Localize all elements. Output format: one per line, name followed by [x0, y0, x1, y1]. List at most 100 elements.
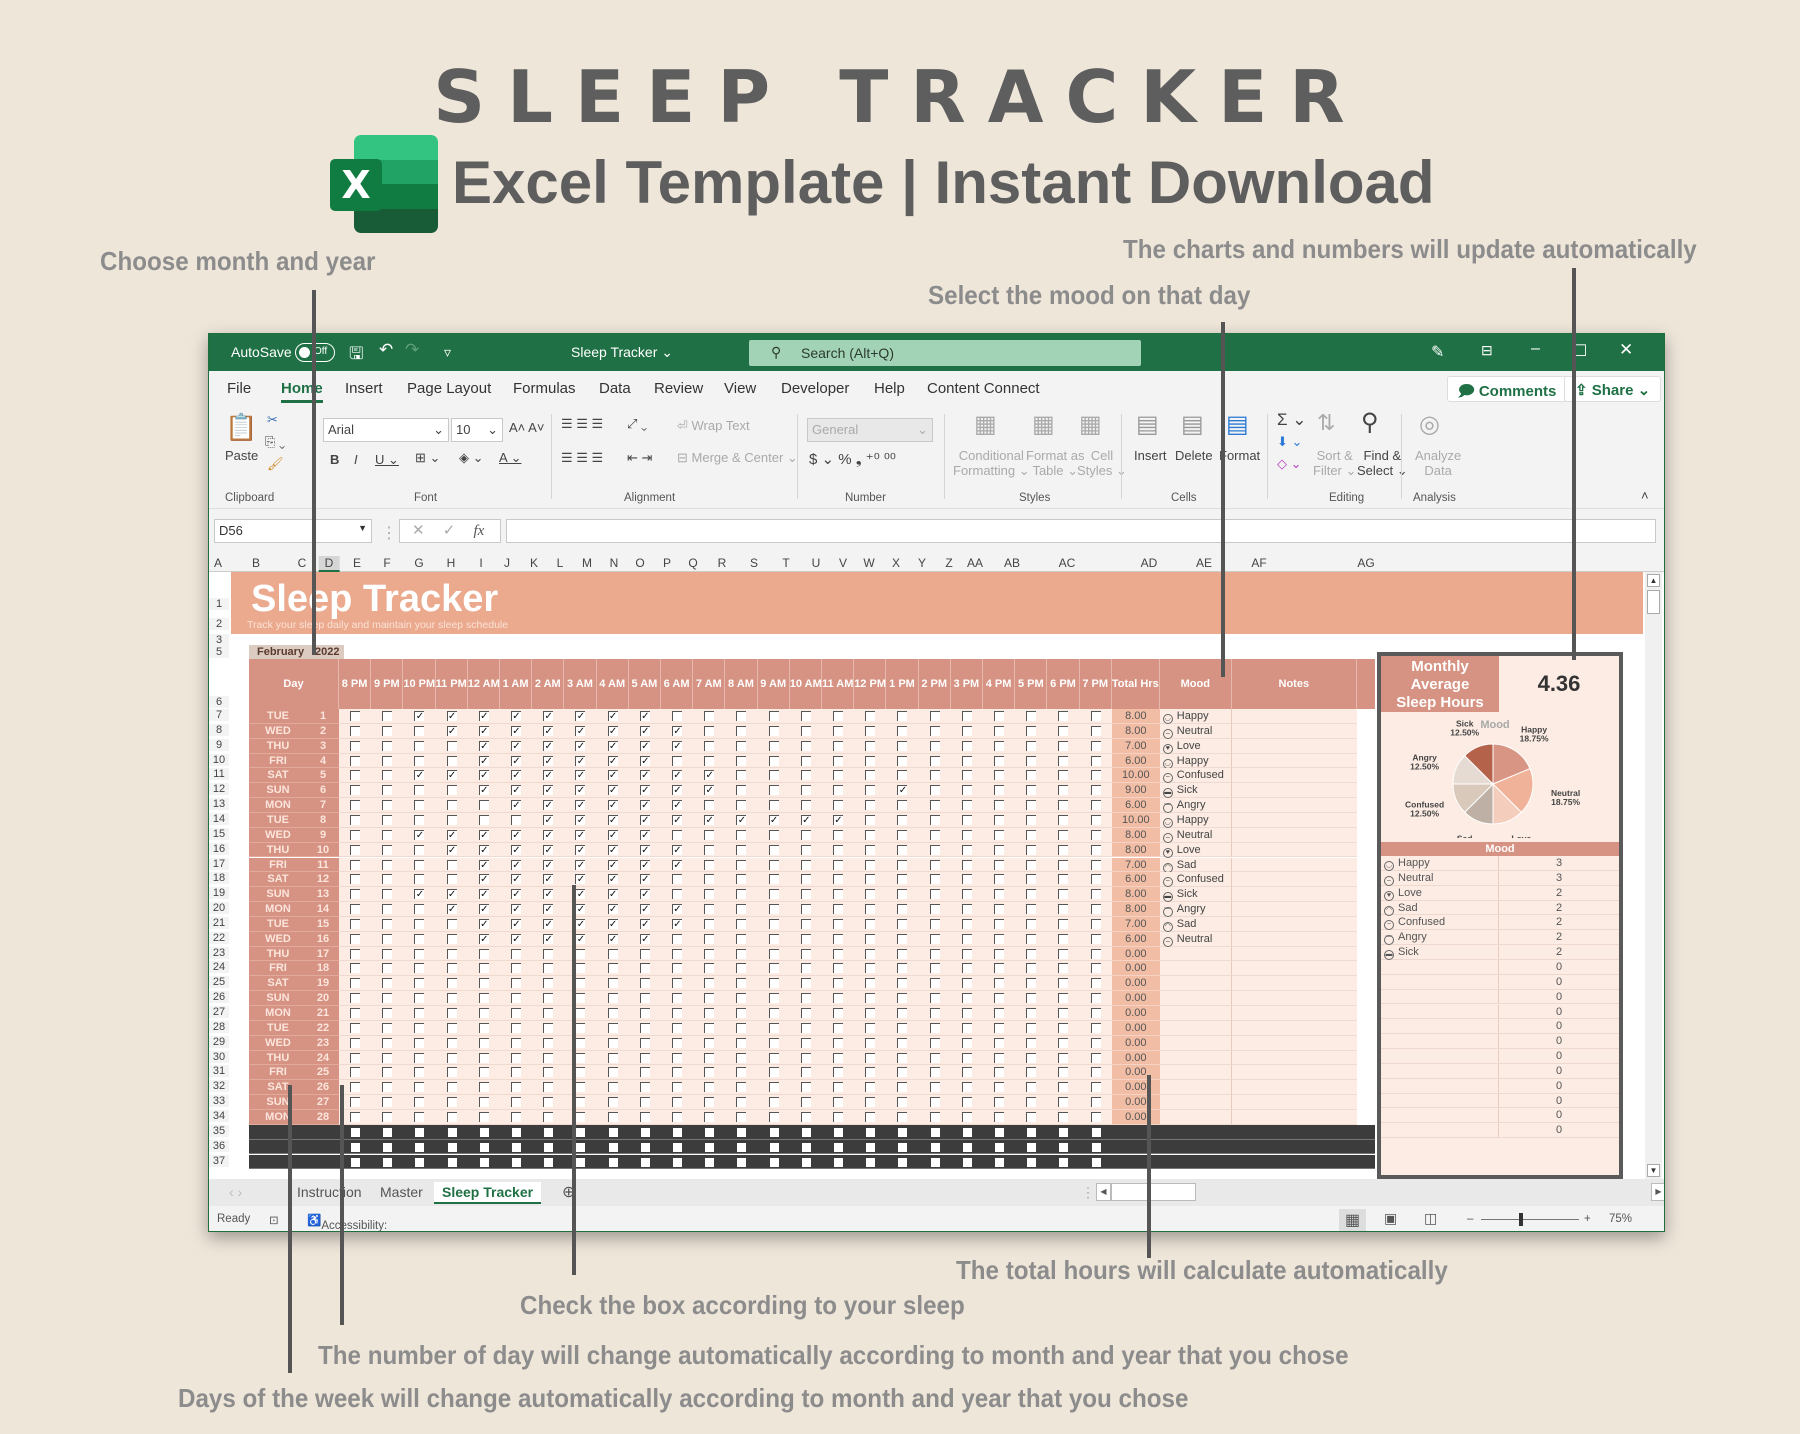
sleep-checkbox[interactable]	[865, 993, 876, 1004]
sleep-checkbox[interactable]	[704, 963, 715, 974]
row-number[interactable]: 12	[209, 783, 229, 796]
hidden-checkbox[interactable]	[640, 1157, 650, 1167]
sleep-checkbox[interactable]	[768, 1037, 779, 1048]
sleep-checkbox[interactable]: ✓	[446, 844, 457, 855]
hidden-checkbox[interactable]	[415, 1142, 425, 1152]
notes-cell[interactable]	[1231, 827, 1357, 843]
font-color-icon[interactable]: A ⌄	[499, 450, 521, 466]
sleep-checkbox[interactable]	[1026, 889, 1037, 900]
sleep-checkbox[interactable]	[768, 740, 779, 751]
column-header[interactable]: O	[635, 556, 644, 570]
sleep-checkbox[interactable]	[382, 1082, 393, 1093]
column-header[interactable]: AG	[1357, 556, 1374, 570]
menu-file[interactable]: File	[227, 380, 251, 397]
sleep-checkbox[interactable]: ✓	[478, 918, 489, 929]
sleep-checkbox[interactable]	[350, 1022, 360, 1033]
sleep-checkbox[interactable]: ✓	[511, 785, 521, 796]
sleep-checkbox[interactable]	[1058, 800, 1069, 811]
sleep-checkbox[interactable]	[768, 918, 779, 929]
sleep-checkbox[interactable]	[1026, 711, 1037, 721]
sleep-checkbox[interactable]	[382, 1037, 393, 1048]
sleep-checkbox[interactable]: ✓	[639, 814, 650, 825]
sleep-checkbox[interactable]	[704, 859, 715, 870]
sleep-checkbox[interactable]	[865, 755, 876, 766]
sleep-checkbox[interactable]: ✓	[672, 800, 682, 811]
sleep-checkbox[interactable]	[994, 859, 1004, 870]
merge-center-button[interactable]: ⊟ Merge & Center ⌄	[677, 450, 798, 466]
sleep-checkbox[interactable]	[382, 740, 393, 751]
sleep-checkbox[interactable]	[382, 785, 393, 796]
sleep-checkbox[interactable]: ✓	[607, 770, 618, 781]
indent-icon[interactable]: ⇤ ⇥	[627, 450, 652, 466]
sleep-checkbox[interactable]	[350, 889, 360, 900]
sleep-checkbox[interactable]	[929, 889, 940, 900]
column-header[interactable]: B	[252, 556, 260, 570]
sleep-checkbox[interactable]: ✓	[736, 814, 747, 825]
sleep-checkbox[interactable]	[446, 1111, 457, 1122]
hidden-checkbox[interactable]	[673, 1157, 682, 1167]
sleep-checkbox[interactable]	[897, 948, 908, 959]
sleep-checkbox[interactable]	[1090, 844, 1101, 855]
menu-page-layout[interactable]: Page Layout	[407, 380, 491, 397]
sleep-checkbox[interactable]	[833, 829, 843, 840]
row-number[interactable]: 36	[209, 1139, 229, 1152]
font-name-select[interactable]: Arial ⌄	[323, 418, 449, 442]
sleep-checkbox[interactable]	[768, 889, 779, 900]
sleep-checkbox[interactable]	[994, 1082, 1004, 1093]
sleep-checkbox[interactable]: ✓	[575, 889, 586, 900]
sleep-checkbox[interactable]	[672, 1008, 682, 1018]
sleep-checkbox[interactable]: ✓	[511, 844, 521, 855]
sleep-checkbox[interactable]	[350, 1067, 360, 1078]
sleep-checkbox[interactable]	[704, 829, 715, 840]
sleep-checkbox[interactable]	[897, 755, 908, 766]
sleep-checkbox[interactable]	[672, 993, 682, 1004]
sleep-checkbox[interactable]	[1026, 725, 1037, 736]
sleep-checkbox[interactable]: ✓	[511, 859, 521, 870]
sleep-checkbox[interactable]	[704, 725, 715, 736]
page-break-view-icon[interactable]: ◫	[1424, 1210, 1437, 1227]
sleep-checkbox[interactable]	[833, 711, 843, 721]
sleep-checkbox[interactable]	[800, 740, 811, 751]
hidden-checkbox[interactable]	[866, 1142, 876, 1152]
row-number[interactable]: 3	[209, 634, 229, 646]
sleep-checkbox[interactable]	[961, 1052, 972, 1063]
column-header[interactable]: D	[318, 556, 340, 572]
analyze-data-button[interactable]: Analyze Data	[1415, 448, 1461, 478]
sleep-checkbox[interactable]	[672, 1111, 682, 1122]
sleep-checkbox[interactable]	[897, 1008, 908, 1018]
sleep-checkbox[interactable]	[768, 993, 779, 1004]
sleep-checkbox[interactable]	[382, 1008, 393, 1018]
sleep-checkbox[interactable]	[994, 1067, 1004, 1078]
sleep-checkbox[interactable]	[543, 1022, 554, 1033]
sleep-checkbox[interactable]: ✓	[478, 711, 489, 722]
sleep-checkbox[interactable]	[639, 1067, 650, 1078]
sleep-checkbox[interactable]	[994, 755, 1004, 766]
sleep-checkbox[interactable]	[961, 963, 972, 974]
mood-select[interactable]	[1159, 976, 1232, 992]
mood-select[interactable]: ~ Confused	[1159, 872, 1232, 888]
sleep-checkbox[interactable]	[1090, 755, 1101, 766]
sleep-checkbox[interactable]	[414, 1082, 425, 1093]
sleep-checkbox[interactable]	[350, 963, 360, 974]
sleep-checkbox[interactable]	[414, 1008, 425, 1018]
sleep-checkbox[interactable]	[865, 1037, 876, 1048]
sleep-checkbox[interactable]	[1058, 1097, 1069, 1108]
notes-cell[interactable]	[1231, 991, 1357, 1006]
sleep-checkbox[interactable]	[1058, 1022, 1069, 1033]
row-number[interactable]: 9	[209, 738, 229, 751]
notes-cell[interactable]	[1231, 931, 1357, 947]
sleep-checkbox[interactable]: ✓	[511, 918, 521, 929]
hidden-checkbox[interactable]	[1027, 1142, 1037, 1152]
sleep-checkbox[interactable]	[414, 993, 425, 1004]
paste-button[interactable]: Paste	[225, 448, 258, 463]
sleep-checkbox[interactable]	[639, 1008, 650, 1018]
conditional-formatting-icon[interactable]: ▦	[974, 410, 997, 439]
sleep-checkbox[interactable]	[961, 785, 972, 796]
sleep-checkbox[interactable]	[382, 918, 393, 929]
zoom-out-icon[interactable]: –	[1467, 1213, 1473, 1225]
column-header[interactable]: E	[353, 556, 361, 570]
sleep-checkbox[interactable]: ✓	[511, 740, 521, 751]
sleep-checkbox[interactable]	[768, 1052, 779, 1063]
sleep-checkbox[interactable]	[478, 1022, 489, 1033]
sleep-checkbox[interactable]	[897, 874, 908, 885]
